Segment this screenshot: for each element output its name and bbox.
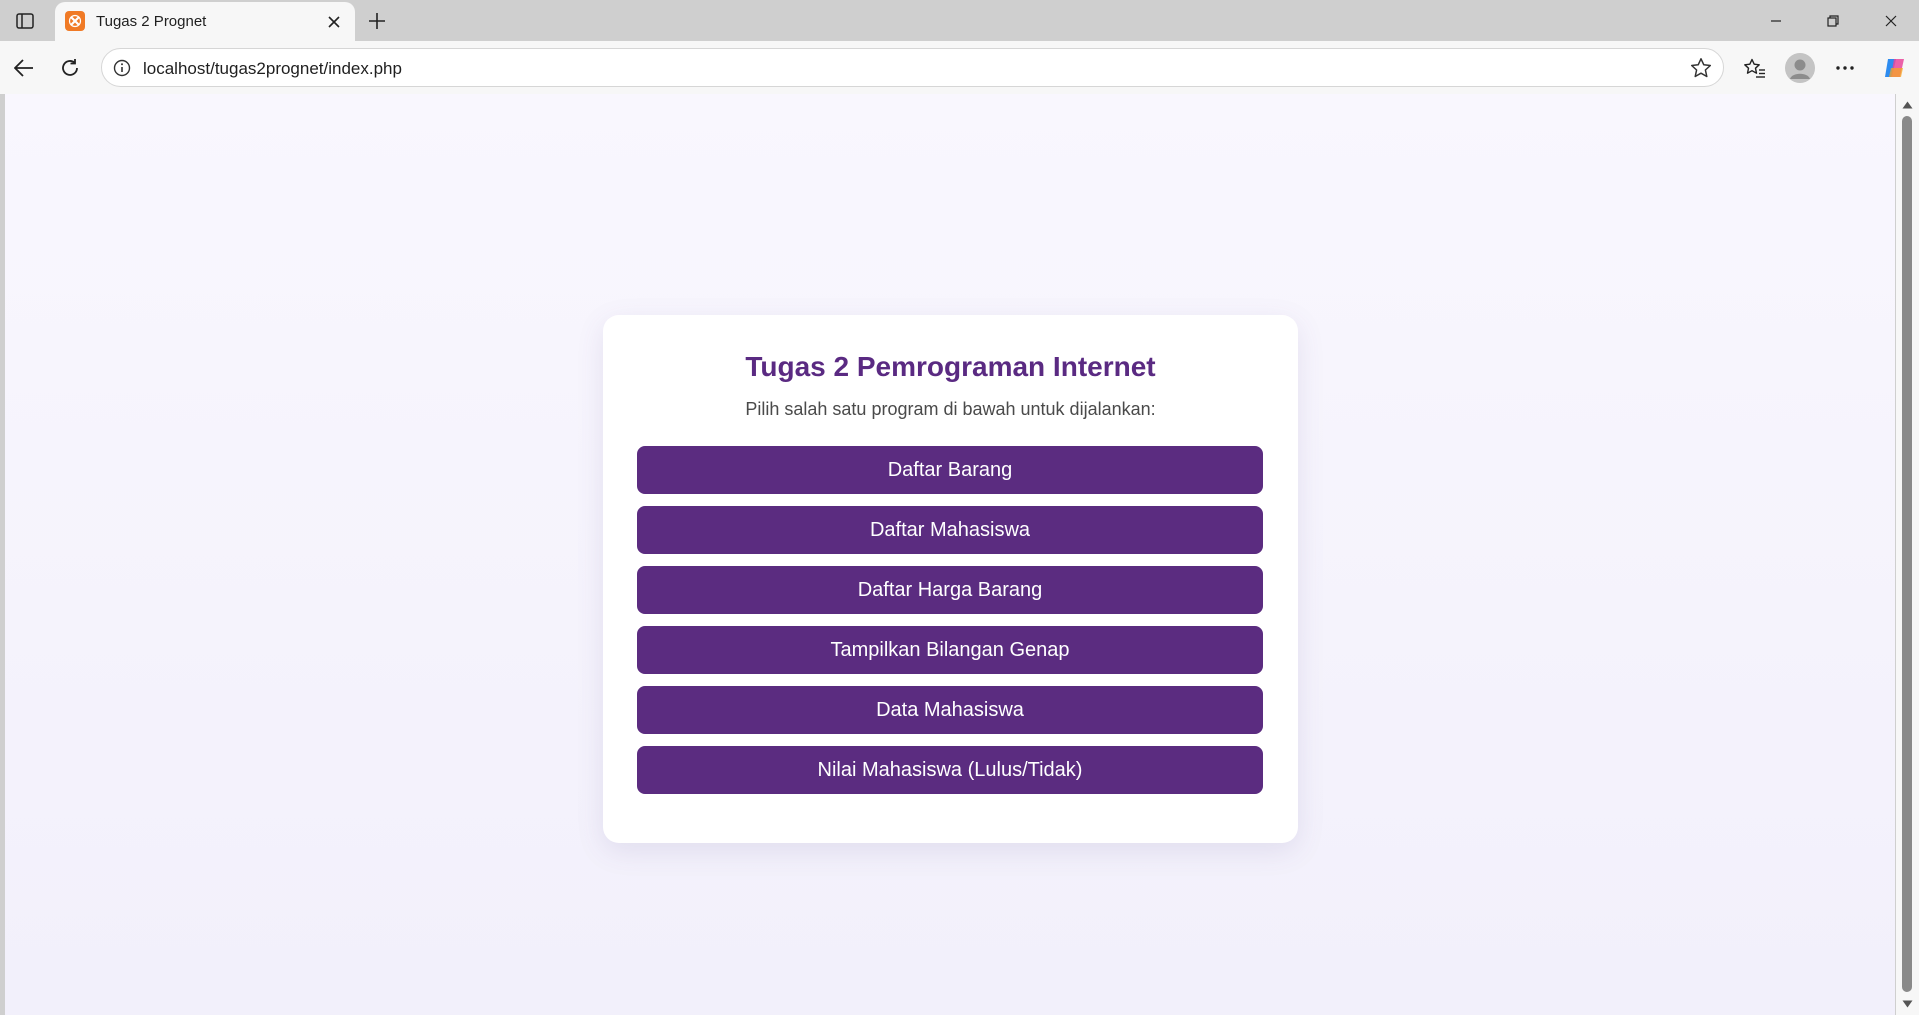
- minimize-icon: [1771, 20, 1781, 22]
- copilot-icon[interactable]: [1880, 53, 1910, 83]
- restore-icon: [1827, 15, 1839, 27]
- new-tab-button[interactable]: [364, 8, 390, 34]
- program-menu: Daftar Barang Daftar Mahasiswa Daftar Ha…: [637, 446, 1263, 806]
- back-icon: [14, 59, 33, 77]
- nilai-mahasiswa-button[interactable]: Nilai Mahasiswa (Lulus/Tidak): [637, 746, 1263, 794]
- scroll-up-arrow-icon[interactable]: [1902, 99, 1913, 111]
- vertical-scrollbar[interactable]: [1896, 94, 1919, 1015]
- restore-button[interactable]: [1818, 8, 1848, 34]
- close-icon: [1885, 15, 1897, 27]
- scrollbar-thumb[interactable]: [1902, 116, 1912, 992]
- daftar-harga-barang-button[interactable]: Daftar Harga Barang: [637, 566, 1263, 614]
- plus-icon: [369, 13, 385, 29]
- close-icon: [328, 16, 340, 28]
- page-title: Tugas 2 Pemrograman Internet: [745, 351, 1156, 382]
- info-icon[interactable]: [111, 57, 133, 79]
- daftar-barang-button[interactable]: Daftar Barang: [637, 446, 1263, 494]
- refresh-icon: [62, 59, 78, 76]
- star-icon: [1690, 58, 1712, 78]
- daftar-mahasiswa-button[interactable]: Daftar Mahasiswa: [637, 506, 1263, 554]
- bilangan-genap-button[interactable]: Tampilkan Bilangan Genap: [637, 626, 1263, 674]
- address-bar[interactable]: localhost/tugas2prognet/index.php: [101, 48, 1724, 87]
- back-button[interactable]: [9, 53, 39, 83]
- page-viewport: Tugas 2 Pemrograman Internet Pilih salah…: [5, 94, 1895, 1015]
- tab-title: Tugas 2 Prognet: [96, 13, 207, 30]
- tab-active[interactable]: Tugas 2 Prognet: [55, 2, 355, 41]
- xampp-icon: [65, 11, 85, 31]
- tab-close-button[interactable]: [323, 11, 345, 33]
- favorites-button[interactable]: [1740, 53, 1770, 83]
- favorite-star-button[interactable]: [1689, 56, 1713, 80]
- more-menu-button[interactable]: [1830, 53, 1860, 83]
- scroll-down-arrow-icon[interactable]: [1902, 998, 1913, 1010]
- avatar-icon[interactable]: [1785, 53, 1815, 83]
- close-window-button[interactable]: [1876, 8, 1906, 34]
- refresh-button[interactable]: [55, 53, 85, 83]
- sidebar-toggle-icon: [16, 13, 34, 29]
- data-mahasiswa-button[interactable]: Data Mahasiswa: [637, 686, 1263, 734]
- title-bar: Tugas 2 Prognet: [0, 0, 1919, 41]
- menu-card: Tugas 2 Pemrograman Internet Pilih salah…: [603, 315, 1298, 843]
- sidebar-toggle-button[interactable]: [12, 9, 38, 33]
- minimize-button[interactable]: [1761, 8, 1791, 34]
- more-icon: [1836, 66, 1854, 70]
- url-text[interactable]: localhost/tugas2prognet/index.php: [143, 59, 402, 79]
- favorites-icon: [1744, 58, 1765, 78]
- page-subtitle: Pilih salah satu program di bawah untuk …: [745, 399, 1156, 419]
- browser-toolbar: localhost/tugas2prognet/index.php: [0, 41, 1919, 94]
